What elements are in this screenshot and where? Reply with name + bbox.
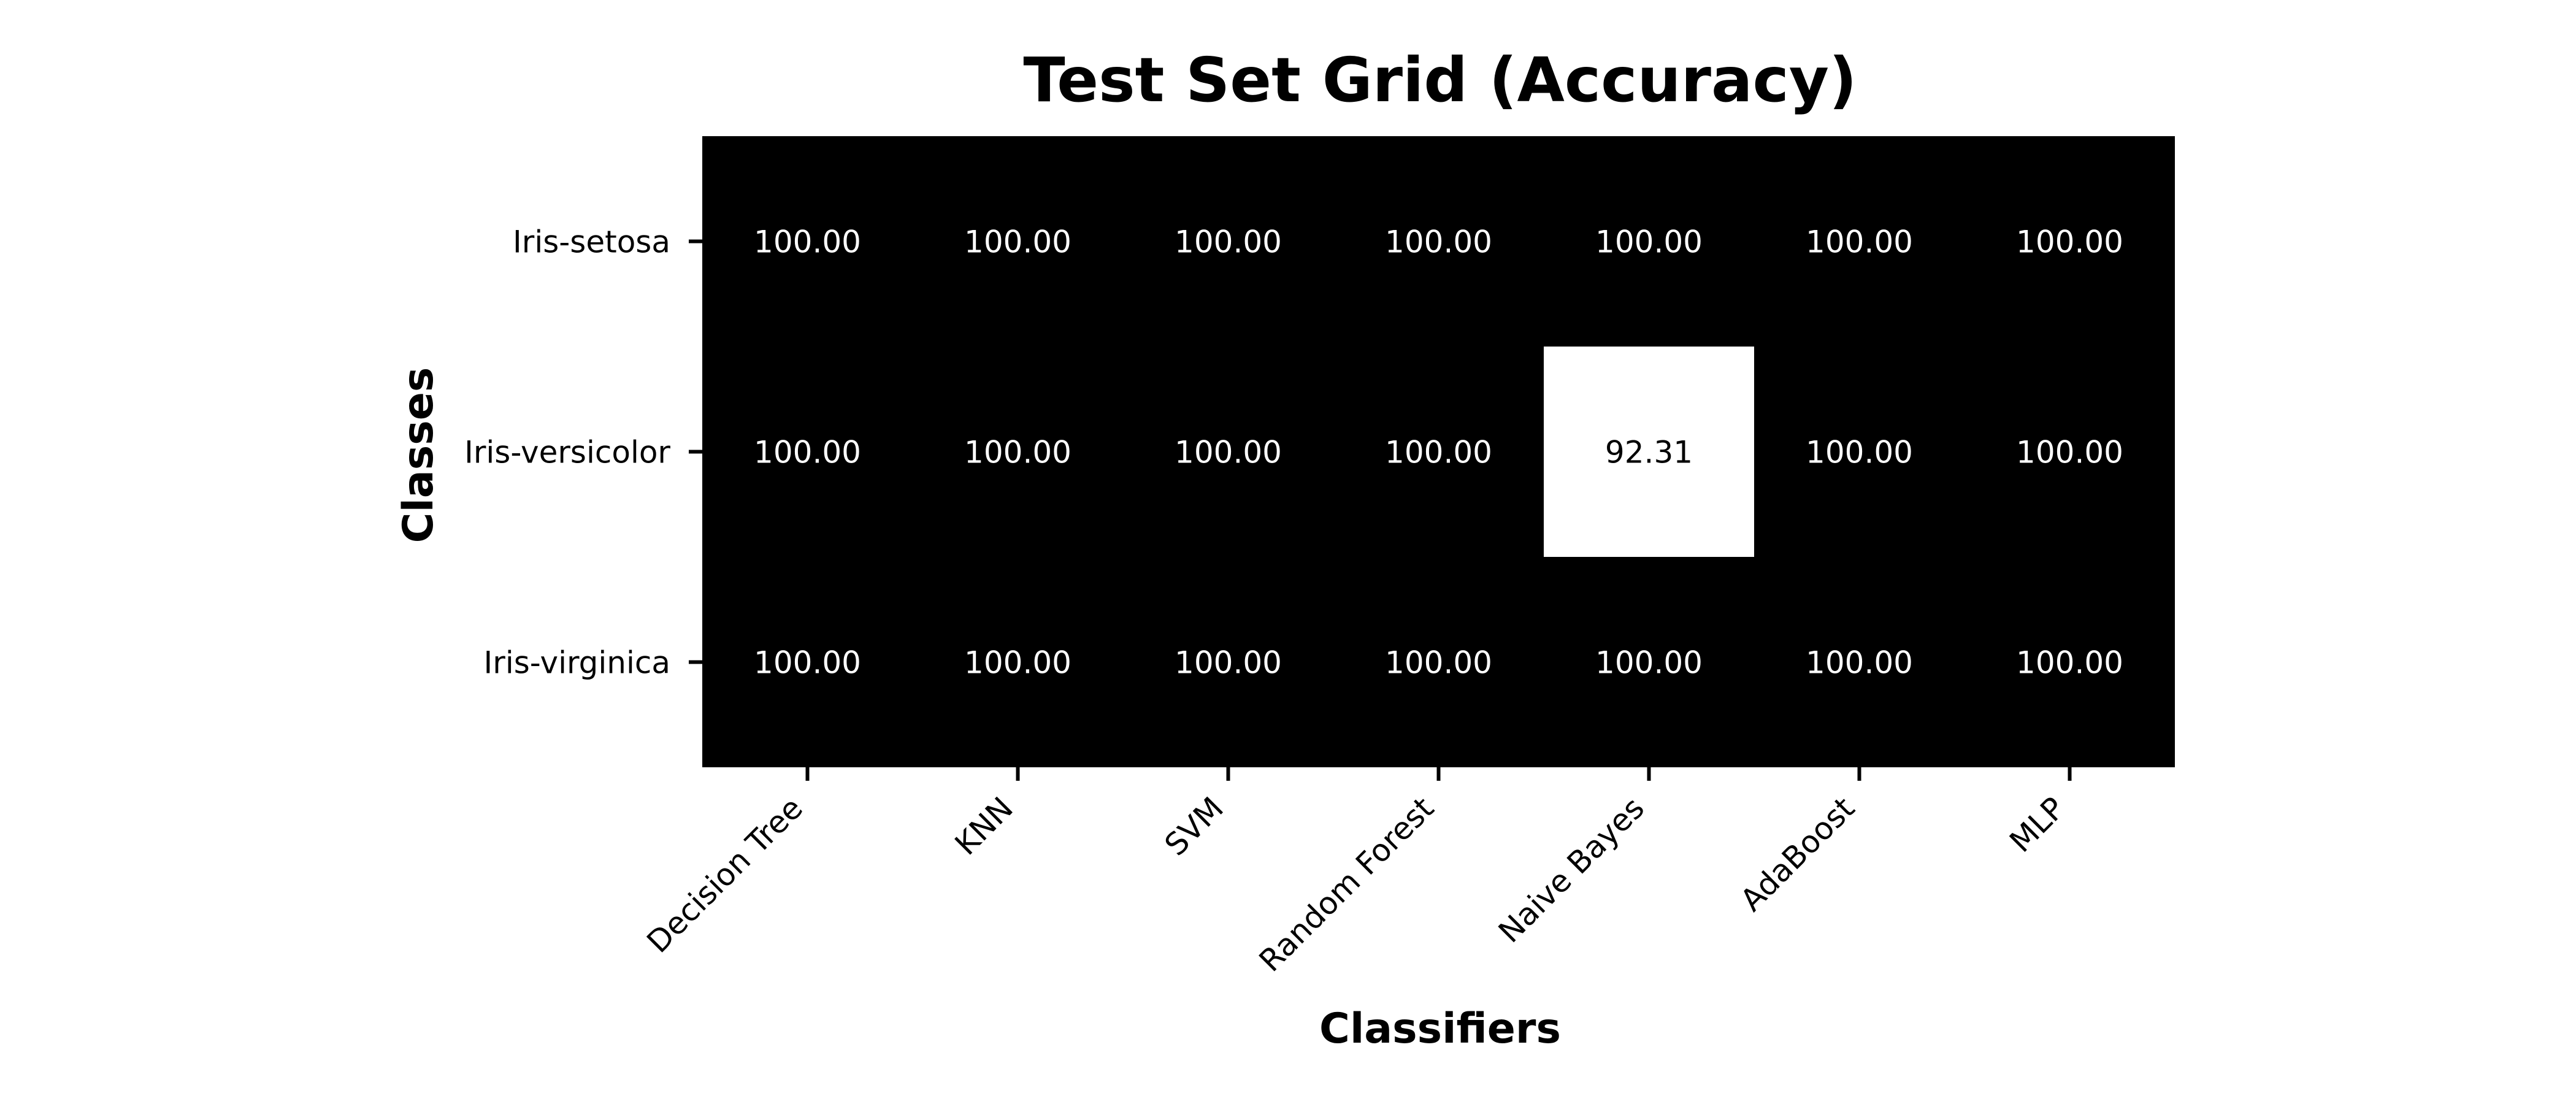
cell-value-label: 100.00 — [754, 645, 861, 681]
cell-value-label: 100.00 — [1175, 224, 1282, 260]
cell-value-label: 100.00 — [1806, 645, 1913, 681]
cell-value-label: 100.00 — [754, 224, 861, 260]
cell-value-label: 100.00 — [1385, 224, 1492, 260]
cell-value-label: 100.00 — [2016, 435, 2123, 470]
cell-value-label: 100.00 — [964, 224, 1071, 260]
cell-value-label: 100.00 — [964, 645, 1071, 681]
x-axis-label: Classifiers — [1319, 1005, 1561, 1053]
y-tick-label: Iris-setosa — [513, 224, 670, 260]
cell-value-label: 100.00 — [2016, 645, 2123, 681]
cell-value-label: 100.00 — [1595, 645, 1703, 681]
heatmap-cells: 100.00 100.00 100.00 100.00 100.00 100.00 100.… — [702, 136, 2175, 767]
cell-value-label: 100.00 — [1175, 645, 1282, 681]
cell-value-label: 100.00 — [1175, 435, 1282, 470]
cell-value-label: 100.00 — [1385, 645, 1492, 681]
y-tick-label: Iris-versicolor — [464, 435, 670, 470]
y-tick-label: Iris-virginica — [484, 645, 670, 681]
cell-value-label: 100.00 — [2016, 224, 2123, 260]
cell-value-label: 100.00 — [754, 435, 861, 470]
y-axis-label: Classes — [394, 367, 443, 543]
heatmap-chart: Test Set Grid (Accuracy) 100.00 100.00 100… — [0, 0, 2576, 1104]
cell-value-label: 100.00 — [964, 435, 1071, 470]
cell-value-label: 100.00 — [1385, 435, 1492, 470]
cell-value-label: 92.31 — [1605, 435, 1693, 470]
chart-title: Test Set Grid (Accuracy) — [1023, 44, 1857, 116]
cell-value-label: 100.00 — [1806, 224, 1913, 260]
cell-value-label: 100.00 — [1595, 224, 1703, 260]
cell-value-label: 100.00 — [1806, 435, 1913, 470]
